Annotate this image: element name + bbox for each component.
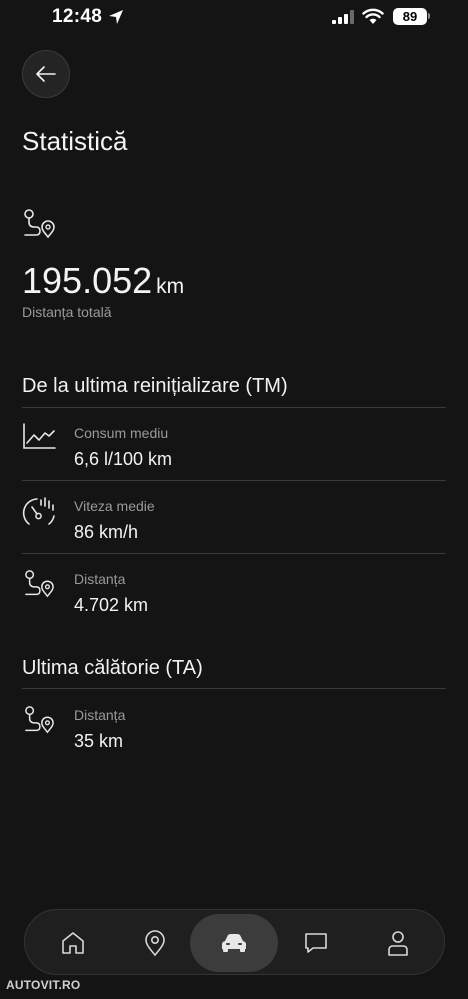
stat-label: Consum mediu — [74, 425, 169, 441]
stat-value: 86 km/h — [74, 522, 139, 542]
section-divider — [22, 407, 446, 408]
nav-messages-button[interactable] — [272, 914, 360, 972]
stat-label: Distanța — [74, 707, 126, 723]
location-pin-icon — [145, 930, 165, 957]
back-button[interactable] — [22, 50, 70, 98]
arrow-left-icon — [36, 66, 56, 82]
chat-icon — [305, 933, 327, 953]
status-time: 12:48 — [52, 6, 103, 27]
row-divider — [22, 553, 446, 554]
home-icon — [62, 932, 84, 954]
stat-label: Distanța — [74, 571, 126, 587]
battery-indicator: 89 — [393, 8, 427, 25]
location-arrow-icon — [109, 10, 123, 24]
stat-row-avg-speed: Viteza medie 86 km/h — [22, 496, 446, 568]
speedometer-icon — [22, 497, 55, 525]
cellular-signal-icon — [332, 10, 354, 24]
total-distance-number: 195.052 — [22, 260, 153, 301]
section-title-tm: De la ultima reinițializare (TM) — [22, 375, 288, 397]
nav-home-button[interactable] — [29, 914, 117, 972]
profile-icon — [388, 931, 408, 956]
watermark: AUTOVIT.RO — [6, 978, 81, 992]
status-bar: 12:48 89 — [0, 0, 468, 36]
route-icon — [24, 209, 55, 239]
total-distance-label: Distanța totală — [22, 304, 112, 320]
section-divider — [22, 688, 446, 689]
nav-profile-button[interactable] — [354, 914, 442, 972]
stat-value: 35 km — [74, 731, 124, 751]
stat-value: 4.702 km — [74, 595, 149, 615]
stat-row-distance-tm: Distanța 4.702 km — [22, 569, 446, 641]
bottom-navigation — [24, 909, 445, 975]
route-icon — [25, 706, 54, 734]
battery-tip — [428, 13, 430, 19]
stat-label: Viteza medie — [74, 498, 155, 514]
row-divider — [22, 480, 446, 481]
chart-icon — [23, 423, 56, 449]
wifi-icon — [362, 8, 384, 24]
total-distance-unit: km — [156, 275, 185, 298]
stat-row-avg-consumption: Consum mediu 6,6 l/100 km — [22, 423, 446, 495]
page-title: Statistică — [22, 126, 128, 156]
route-icon — [25, 570, 54, 598]
stat-row-distance-ta: Distanța 35 km — [22, 705, 446, 777]
section-title-ta: Ultima călătorie (TA) — [22, 657, 203, 679]
nav-car-button[interactable] — [190, 914, 278, 972]
nav-location-button[interactable] — [111, 914, 199, 972]
total-distance-value: 195.052 km — [22, 260, 184, 302]
stat-value: 6,6 l/100 km — [74, 449, 173, 469]
statistics-screen: 12:48 89 Statistică 195.052 km Distanța … — [0, 0, 468, 999]
car-icon — [222, 934, 246, 952]
